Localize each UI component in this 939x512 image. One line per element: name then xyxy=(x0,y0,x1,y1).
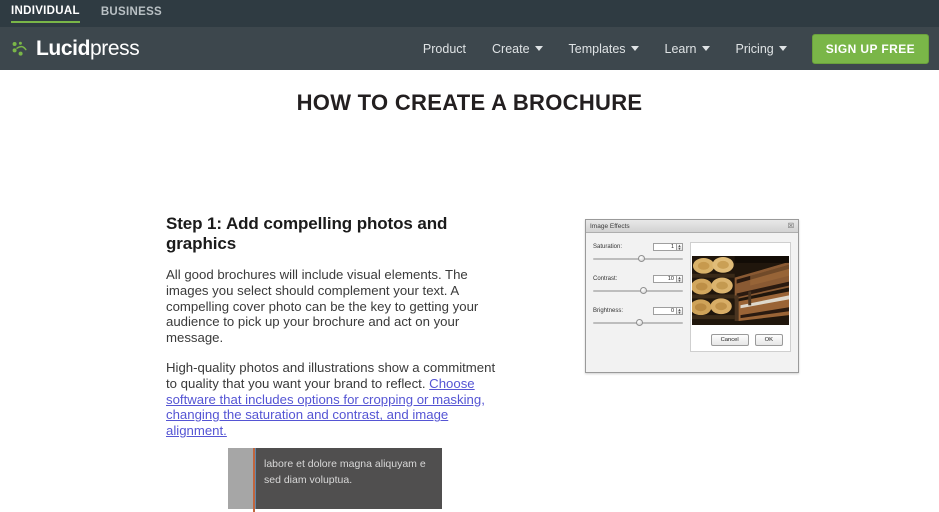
effects-controls: Saturation: 1 ▲ ▼ Contrast: 10 ▲ ▼ Brigh… xyxy=(593,242,683,372)
brightness-value[interactable]: 0 xyxy=(653,306,677,315)
dialog-body: Saturation: 1 ▲ ▼ Contrast: 10 ▲ ▼ Brigh… xyxy=(586,233,798,372)
saturation-slider[interactable] xyxy=(593,254,683,263)
spinner-arrows-icon[interactable]: ▲ ▼ xyxy=(677,274,683,283)
contrast-spinner[interactable]: 10 ▲ ▼ xyxy=(653,274,683,283)
lucidpress-dots-logo-icon xyxy=(12,41,30,57)
logo-word-press: press xyxy=(90,36,140,60)
chevron-down-icon xyxy=(534,46,543,51)
main-navbar: Lucidpress Product Create Templates Lear… xyxy=(0,27,939,70)
ok-button[interactable]: OK xyxy=(754,334,783,346)
image-effects-dialog-screenshot: Image Effects ☒ Saturation: 1 ▲ ▼ Contra… xyxy=(585,219,799,373)
nav-links: Product Create Templates Learn Pricing S… xyxy=(410,33,929,64)
brightness-label: Brightness: xyxy=(593,307,624,314)
brochure-text-panel: labore et dolore magna aliquyam e sed di… xyxy=(228,448,442,509)
contrast-slider[interactable] xyxy=(593,286,683,295)
slider-thumb[interactable] xyxy=(636,319,644,326)
brochure-lorem-line-1: labore et dolore magna aliquyam e xyxy=(264,458,426,470)
nav-item-product[interactable]: Product xyxy=(410,36,479,62)
effects-preview-pane: Cancel OK xyxy=(690,242,791,352)
saturation-value[interactable]: 1 xyxy=(653,242,677,251)
spinner-arrows-icon[interactable]: ▲ ▼ xyxy=(677,242,683,251)
brochure-dark-panel: labore et dolore magna aliquyam e sed di… xyxy=(255,448,442,509)
utility-bar: INDIVIDUAL BUSINESS xyxy=(0,0,939,27)
dialog-title: Image Effects xyxy=(590,222,630,230)
page-title: HOW TO CREATE A BROCHURE xyxy=(296,90,643,115)
nav-item-templates-label: Templates xyxy=(568,41,626,56)
chevron-down-icon xyxy=(630,46,639,51)
step-1-section: Step 1: Add compelling photos and graphi… xyxy=(166,214,506,439)
chevron-down-icon xyxy=(701,46,710,51)
spinner-arrows-icon[interactable]: ▲ ▼ xyxy=(677,306,683,315)
brightness-control: Brightness: 0 ▲ ▼ xyxy=(593,306,683,327)
brochure-left-margin xyxy=(228,448,253,509)
step-1-paragraph-1: All good brochures will include visual e… xyxy=(166,267,479,346)
contrast-value[interactable]: 10 xyxy=(653,274,677,283)
wine-barrels-cellar-photo xyxy=(692,256,789,325)
nav-item-learn[interactable]: Learn xyxy=(652,36,723,62)
brightness-slider[interactable] xyxy=(593,318,683,327)
sign-up-free-button[interactable]: SIGN UP FREE xyxy=(811,33,929,64)
dialog-footer: Cancel OK xyxy=(710,334,783,346)
slider-thumb[interactable] xyxy=(638,255,645,262)
saturation-control: Saturation: 1 ▲ ▼ xyxy=(593,242,683,263)
slider-thumb[interactable] xyxy=(639,287,647,294)
nav-item-templates[interactable]: Templates xyxy=(556,36,652,62)
utility-tab-business[interactable]: BUSINESS xyxy=(101,6,162,22)
contrast-label: Contrast: xyxy=(593,275,618,282)
logo-word-lucid: Lucid xyxy=(36,36,90,60)
column-guide-line xyxy=(255,448,256,509)
close-icon[interactable]: ☒ xyxy=(788,223,794,230)
saturation-spinner[interactable]: 1 ▲ ▼ xyxy=(653,242,683,251)
saturation-label: Saturation: xyxy=(593,243,623,250)
nav-item-learn-label: Learn xyxy=(664,41,697,56)
contrast-control: Contrast: 10 ▲ ▼ xyxy=(593,274,683,295)
lucidpress-logo[interactable]: Lucidpress xyxy=(12,36,140,61)
chevron-down-icon xyxy=(778,46,787,51)
brightness-spinner[interactable]: 0 ▲ ▼ xyxy=(653,306,683,315)
nav-item-create-label: Create xyxy=(492,41,530,56)
brochure-layout-mockup: labore et dolore magna aliquyam e sed di… xyxy=(228,448,442,512)
nav-item-create[interactable]: Create xyxy=(479,36,556,62)
utility-tab-individual[interactable]: INDIVIDUAL xyxy=(11,5,80,23)
nav-item-product-label: Product xyxy=(422,41,467,56)
dialog-titlebar: Image Effects ☒ xyxy=(586,220,798,233)
cancel-button[interactable]: Cancel xyxy=(710,334,749,346)
logo-wordmark: Lucidpress xyxy=(36,36,140,61)
step-1-paragraph-2: High-quality photos and illustrations sh… xyxy=(166,360,506,439)
article-body: HOW TO CREATE A BROCHURE Step 1: Add com… xyxy=(0,70,939,512)
step-1-heading: Step 1: Add compelling photos and graphi… xyxy=(166,214,448,253)
slider-track xyxy=(593,290,683,292)
nav-item-pricing[interactable]: Pricing xyxy=(723,36,800,62)
nav-item-pricing-label: Pricing xyxy=(735,41,774,56)
brochure-lorem-line-2: sed diam voluptua. xyxy=(264,474,353,486)
